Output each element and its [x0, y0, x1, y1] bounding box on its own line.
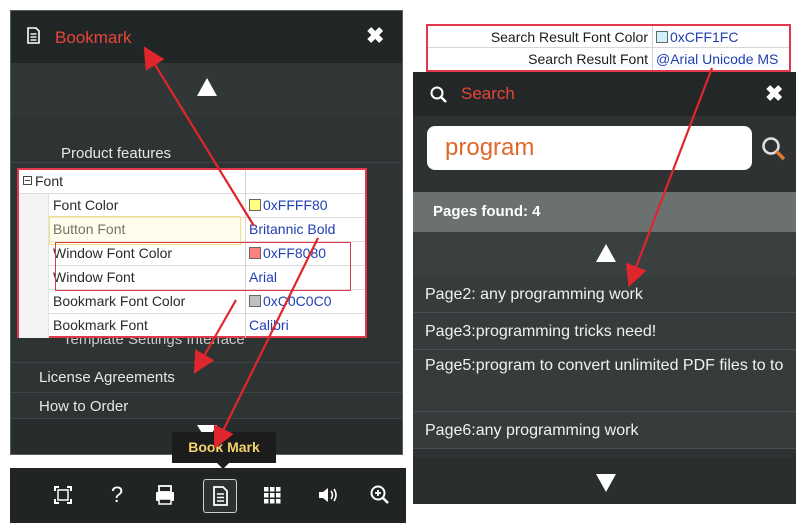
- search-font-settings: Search Result Font Color 0xCFF1FC Search…: [426, 24, 791, 72]
- property-name: Bookmark Font: [53, 317, 148, 333]
- help-icon[interactable]: ?: [102, 480, 132, 510]
- scroll-down-icon[interactable]: [596, 474, 616, 492]
- bookmark-item-product-features[interactable]: Product features: [11, 115, 402, 163]
- search-header: Search ✖: [413, 72, 796, 116]
- search-result-item[interactable]: Page5:program to convert unlimited PDF f…: [413, 350, 796, 412]
- property-value[interactable]: @Arial Unicode MS: [656, 51, 778, 67]
- property-value-text: 0xFFFF80: [263, 197, 328, 213]
- bottom-toolbar: ?: [10, 468, 406, 523]
- property-name: Search Result Font Color: [490, 29, 648, 45]
- scroll-up-icon[interactable]: [596, 244, 616, 262]
- zoom-in-icon[interactable]: [365, 480, 395, 510]
- column-divider: [245, 194, 246, 218]
- search-icon: [430, 86, 447, 103]
- property-value[interactable]: Calibri: [249, 317, 289, 333]
- property-name: Search Result Font: [528, 51, 648, 67]
- row-indent: [19, 266, 49, 290]
- column-divider: [652, 26, 653, 48]
- color-swatch: [656, 31, 668, 43]
- collapse-icon[interactable]: [23, 176, 32, 185]
- search-input[interactable]: program: [427, 126, 752, 170]
- property-value[interactable]: 0xCFF1FC: [656, 29, 738, 45]
- property-group-label: Font: [35, 173, 64, 189]
- print-icon[interactable]: [150, 480, 180, 510]
- thumbnails-icon[interactable]: [257, 480, 287, 510]
- property-value[interactable]: 0xFFFF80: [249, 197, 328, 213]
- document-icon: [27, 27, 40, 44]
- bookmark-item-label: How to Order: [39, 398, 129, 415]
- property-value-text: 0xC0C0C0: [263, 293, 332, 309]
- property-row-search-result-font-color[interactable]: Search Result Font Color 0xCFF1FC: [428, 26, 789, 48]
- bookmark-item-label: Product features: [61, 145, 172, 162]
- property-row-bookmark-font[interactable]: Bookmark Font Calibri: [19, 314, 365, 338]
- row-indent: [19, 314, 49, 338]
- bookmark-title: Bookmark: [55, 28, 132, 47]
- search-result-item[interactable]: Page3:programming tricks need!: [413, 313, 796, 350]
- highlight-box-yellow: [49, 216, 241, 245]
- property-group-header[interactable]: Font: [19, 170, 365, 194]
- close-icon[interactable]: ✖: [366, 23, 384, 49]
- highlight-box-red: [55, 242, 351, 291]
- fullscreen-icon[interactable]: [48, 480, 78, 510]
- results-summary-bar: Pages found: 4: [413, 192, 796, 232]
- color-swatch: [249, 199, 261, 211]
- bookmark-header: Bookmark ✖: [11, 11, 402, 63]
- column-divider: [652, 48, 653, 70]
- bookmark-item-how-to-order[interactable]: How to Order: [11, 393, 402, 419]
- bookmark-item-label: License Agreements: [39, 369, 175, 386]
- bookmark-icon[interactable]: [203, 479, 237, 513]
- column-divider: [245, 218, 246, 242]
- property-value[interactable]: Britannic Bold: [249, 221, 335, 237]
- search-panel: Search ✖ program Pages found: 4 Page2: a…: [413, 72, 796, 504]
- column-divider: [245, 290, 246, 314]
- tooltip: Book Mark: [172, 432, 276, 463]
- close-icon[interactable]: ✖: [765, 81, 783, 107]
- row-indent: [19, 194, 49, 218]
- row-indent: [19, 242, 49, 266]
- property-row-bookmark-font-color[interactable]: Bookmark Font Color 0xC0C0C0: [19, 290, 365, 314]
- search-result-item[interactable]: Page6:any programming work: [413, 412, 796, 449]
- scroll-up-icon[interactable]: [197, 78, 217, 96]
- property-value[interactable]: 0xC0C0C0: [249, 293, 331, 309]
- property-name: Font Color: [53, 197, 119, 213]
- bookmark-item-license[interactable]: License Agreements: [11, 363, 402, 393]
- property-row-font-color[interactable]: Font Color 0xFFFF80: [19, 194, 365, 218]
- search-title: Search: [461, 84, 515, 103]
- property-name: Bookmark Font Color: [53, 293, 186, 309]
- font-property-grid: Font Font Color 0xFFFF80 Button Font Bri…: [17, 168, 367, 338]
- pages-found-label: Pages found: 4: [433, 203, 541, 220]
- property-value-text: 0xCFF1FC: [670, 29, 739, 45]
- search-submit-icon[interactable]: [759, 134, 789, 164]
- sound-icon[interactable]: [313, 480, 343, 510]
- column-divider: [245, 314, 246, 338]
- search-result-item[interactable]: Page2: any programming work: [413, 276, 796, 313]
- row-indent: [19, 290, 49, 314]
- property-row-search-result-font[interactable]: Search Result Font @Arial Unicode MS: [428, 48, 789, 70]
- column-divider: [245, 170, 246, 194]
- row-indent: [19, 218, 49, 242]
- color-swatch: [249, 295, 261, 307]
